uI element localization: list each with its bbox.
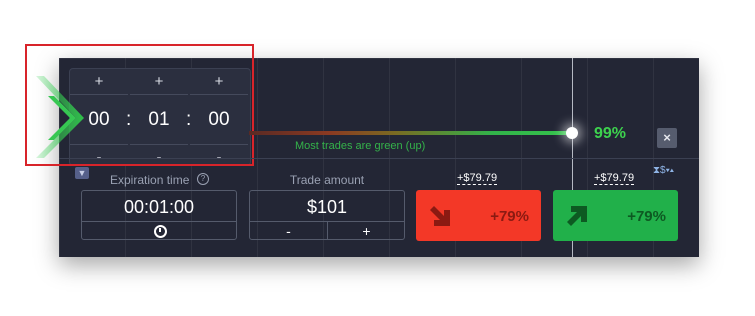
amount-increment-button[interactable]: + [328,222,405,240]
buy-button[interactable]: +79% [553,190,678,241]
expiration-label: Expiration time [110,173,190,187]
arrow-up-right-icon [567,206,587,226]
arrow-down-right-icon [430,206,450,226]
sentiment-bar [249,131,573,135]
amount-value[interactable]: $101 [249,197,405,218]
sentiment-knob [566,127,578,139]
sell-percent: +79% [490,208,529,225]
payout-settings-icon[interactable]: ⧗$▾▴ [653,165,674,176]
sell-button[interactable]: +79% [416,190,541,241]
help-icon[interactable]: ? [197,173,209,185]
field-divider [82,221,236,222]
buy-payout: +$79.79 [594,172,635,185]
buy-percent: +79% [627,208,666,225]
sentiment-percent: 99% [594,125,627,142]
clock-icon[interactable] [154,225,167,238]
amount-decrement-button[interactable]: - [250,222,327,240]
chevron-right-icon [36,76,84,158]
close-button[interactable]: × [657,128,677,148]
sell-payout: +$79.79 [457,172,498,185]
sentiment-message: Most trades are green (up) [295,140,426,152]
panel-divider [59,158,699,159]
expiration-value[interactable]: 00:01:00 [81,197,237,218]
amount-label: Trade amount [289,173,365,187]
collapse-icon[interactable]: ▼ [75,167,89,179]
